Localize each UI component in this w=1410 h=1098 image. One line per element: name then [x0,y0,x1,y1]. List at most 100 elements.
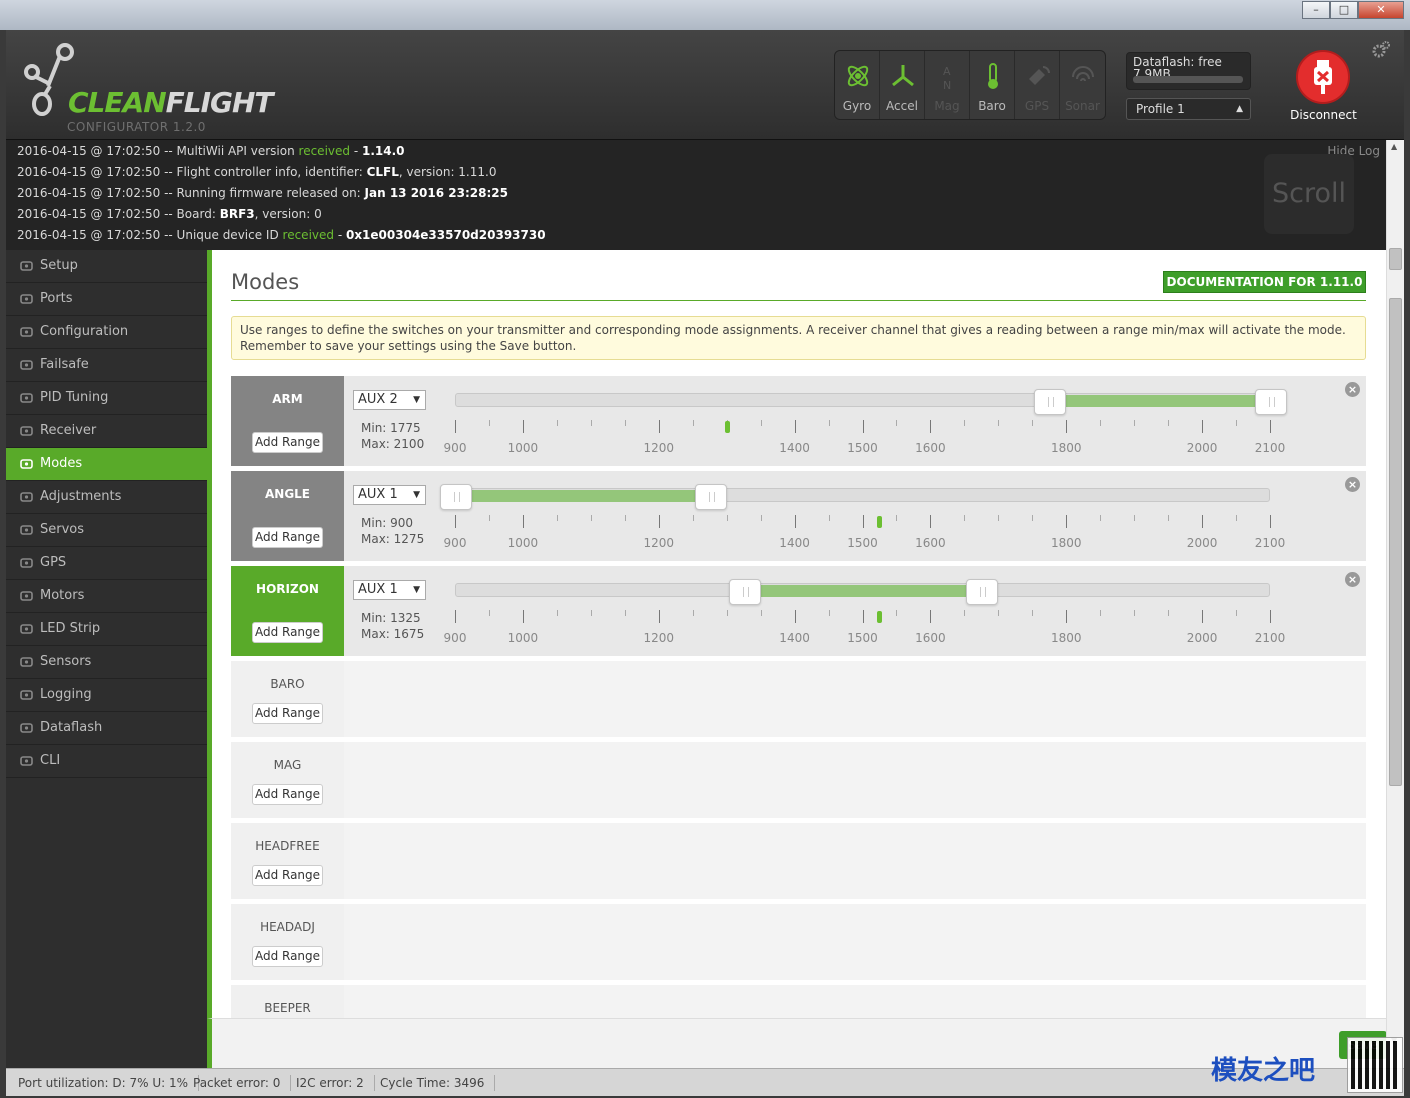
minor-tick [896,610,898,616]
range-slider[interactable] [440,484,1270,510]
range-max-handle[interactable] [1255,389,1287,415]
major-tick [794,515,796,528]
sidebar-item-motors[interactable]: Motors [6,580,207,613]
aux-value: AUX 2 [358,392,398,407]
log-pre: 2016-04-15 @ 17:02:50 -- Flight controll… [17,165,367,179]
minor-tick [726,610,728,616]
sidebar-item-led-strip[interactable]: LED Strip [6,613,207,646]
sidebar-item-cli[interactable]: CLI [6,745,207,778]
disconnect-button[interactable] [1296,50,1350,104]
documentation-button[interactable]: DOCUMENTATION FOR 1.11.0 [1163,271,1366,293]
minor-tick [1168,515,1170,521]
aux-channel-select[interactable]: AUX 1 ▼ [353,485,426,505]
range-min-handle[interactable] [1034,389,1067,415]
sitemap-icon [20,393,33,403]
sidebar-item-modes[interactable]: Modes [6,448,207,481]
sidebar-item-sensors[interactable]: Sensors [6,646,207,679]
aux-value: AUX 1 [358,487,398,502]
range-min-handle[interactable] [728,579,761,605]
sidebar-item-logging[interactable]: Logging [6,679,207,712]
add-range-button[interactable]: Add Range [252,703,323,724]
sensor-baro: Baro [970,51,1015,119]
range-slider[interactable] [455,389,1287,415]
major-tick [862,420,864,433]
sliders-icon [20,492,33,502]
sidebar-item-adjustments[interactable]: Adjustments [6,481,207,514]
sensor-label: Gyro [842,99,872,113]
range-min-handle[interactable] [440,484,472,510]
minor-tick [556,515,558,521]
log-scroll-thumb[interactable] [1389,248,1402,270]
mode-name: BARO [270,677,305,691]
sidebar-item-pid-tuning[interactable]: PID Tuning [6,382,207,415]
scroll-indicator: Scroll [1264,154,1354,234]
sidebar-item-configuration[interactable]: Configuration [6,316,207,349]
sidebar-item-failsafe[interactable]: Failsafe [6,349,207,382]
content-scroll-thumb[interactable] [1389,298,1402,786]
sensor-gps: GPS [1015,51,1060,119]
range-min-max: Min: 1325 Max: 1675 [361,610,424,642]
sensor-label: Accel [886,99,918,113]
mode-header: HEADADJ Add Range [231,904,344,980]
remove-range-icon[interactable]: × [1345,382,1360,397]
log-pre: 2016-04-15 @ 17:02:50 -- Board: [17,207,220,221]
range-slider[interactable] [455,579,1270,605]
tick-label: 2000 [1186,441,1218,455]
major-tick [1066,610,1068,623]
minor-tick [590,420,592,426]
sidebar-item-dataflash[interactable]: Dataflash [6,712,207,745]
sidebar-item-ports[interactable]: Ports [6,283,207,316]
add-range-button[interactable]: Add Range [252,784,323,805]
minor-tick [692,610,694,616]
add-range-button[interactable]: Add Range [252,622,323,643]
sidebar-item-gps[interactable]: GPS [6,547,207,580]
sidebar-item-servos[interactable]: Servos [6,514,207,547]
profile-select[interactable]: Profile 1 ▲ [1126,98,1251,120]
add-range-button[interactable]: Add Range [252,865,323,886]
disconnect-label[interactable]: Disconnect [1276,108,1371,122]
minor-tick [828,610,830,616]
log-post: , version: 1.11.0 [398,165,497,179]
major-tick [658,515,660,528]
add-range-button[interactable]: Add Range [252,946,323,967]
major-tick [1202,420,1204,433]
tick-label: 1200 [643,441,675,455]
sidebar-item-receiver[interactable]: Receiver [6,415,207,448]
major-tick [862,515,864,528]
log-pre: 2016-04-15 @ 17:02:50 -- MultiWii API ve… [17,144,299,158]
major-tick [455,420,456,433]
mode-header: HORIZON Add Range [231,566,344,656]
add-range-button[interactable]: Add Range [252,527,323,548]
sidebar-item-setup[interactable]: Setup [6,250,207,283]
remove-range-icon[interactable]: × [1345,477,1360,492]
plug-icon [20,294,33,304]
maximize-button[interactable]: □ [1330,1,1358,19]
minimize-button[interactable]: – [1302,1,1330,19]
mode-name: MAG [273,758,302,772]
mode-name: HORIZON [256,582,319,596]
minor-tick [1236,610,1238,616]
mode-name: ANGLE [264,487,311,501]
major-tick [1202,610,1204,623]
major-tick [1066,420,1068,433]
minor-tick [556,420,558,426]
range-max-handle[interactable] [694,484,727,510]
log-mid: - [334,228,346,242]
log-line: 2016-04-15 @ 17:02:50 -- MultiWii API ve… [17,144,404,158]
min-label: Min: 1775 [361,421,421,435]
vertical-scrollbar[interactable]: ▲ ▼ [1386,140,1404,1068]
aux-channel-select[interactable]: AUX 2 ▼ [353,390,426,410]
major-tick [522,610,524,623]
range-max-handle[interactable] [966,579,999,605]
range-scale: 900 1000 1200 1400 1500 1600 1800 2000 2100 [444,610,1285,645]
close-window-button[interactable]: ✕ [1358,1,1404,19]
scroll-up-icon[interactable]: ▲ [1391,142,1397,151]
log-bold: BRF3 [219,207,255,221]
aux-channel-select[interactable]: AUX 1 ▼ [353,580,426,600]
log-line: 2016-04-15 @ 17:02:50 -- Unique device I… [17,228,546,242]
configurator-version: CONFIGURATOR 1.2.0 [67,120,206,134]
minor-tick [556,610,558,616]
settings-gear-icon[interactable] [1371,40,1391,60]
add-range-button[interactable]: Add Range [252,432,323,453]
remove-range-icon[interactable]: × [1345,572,1360,587]
